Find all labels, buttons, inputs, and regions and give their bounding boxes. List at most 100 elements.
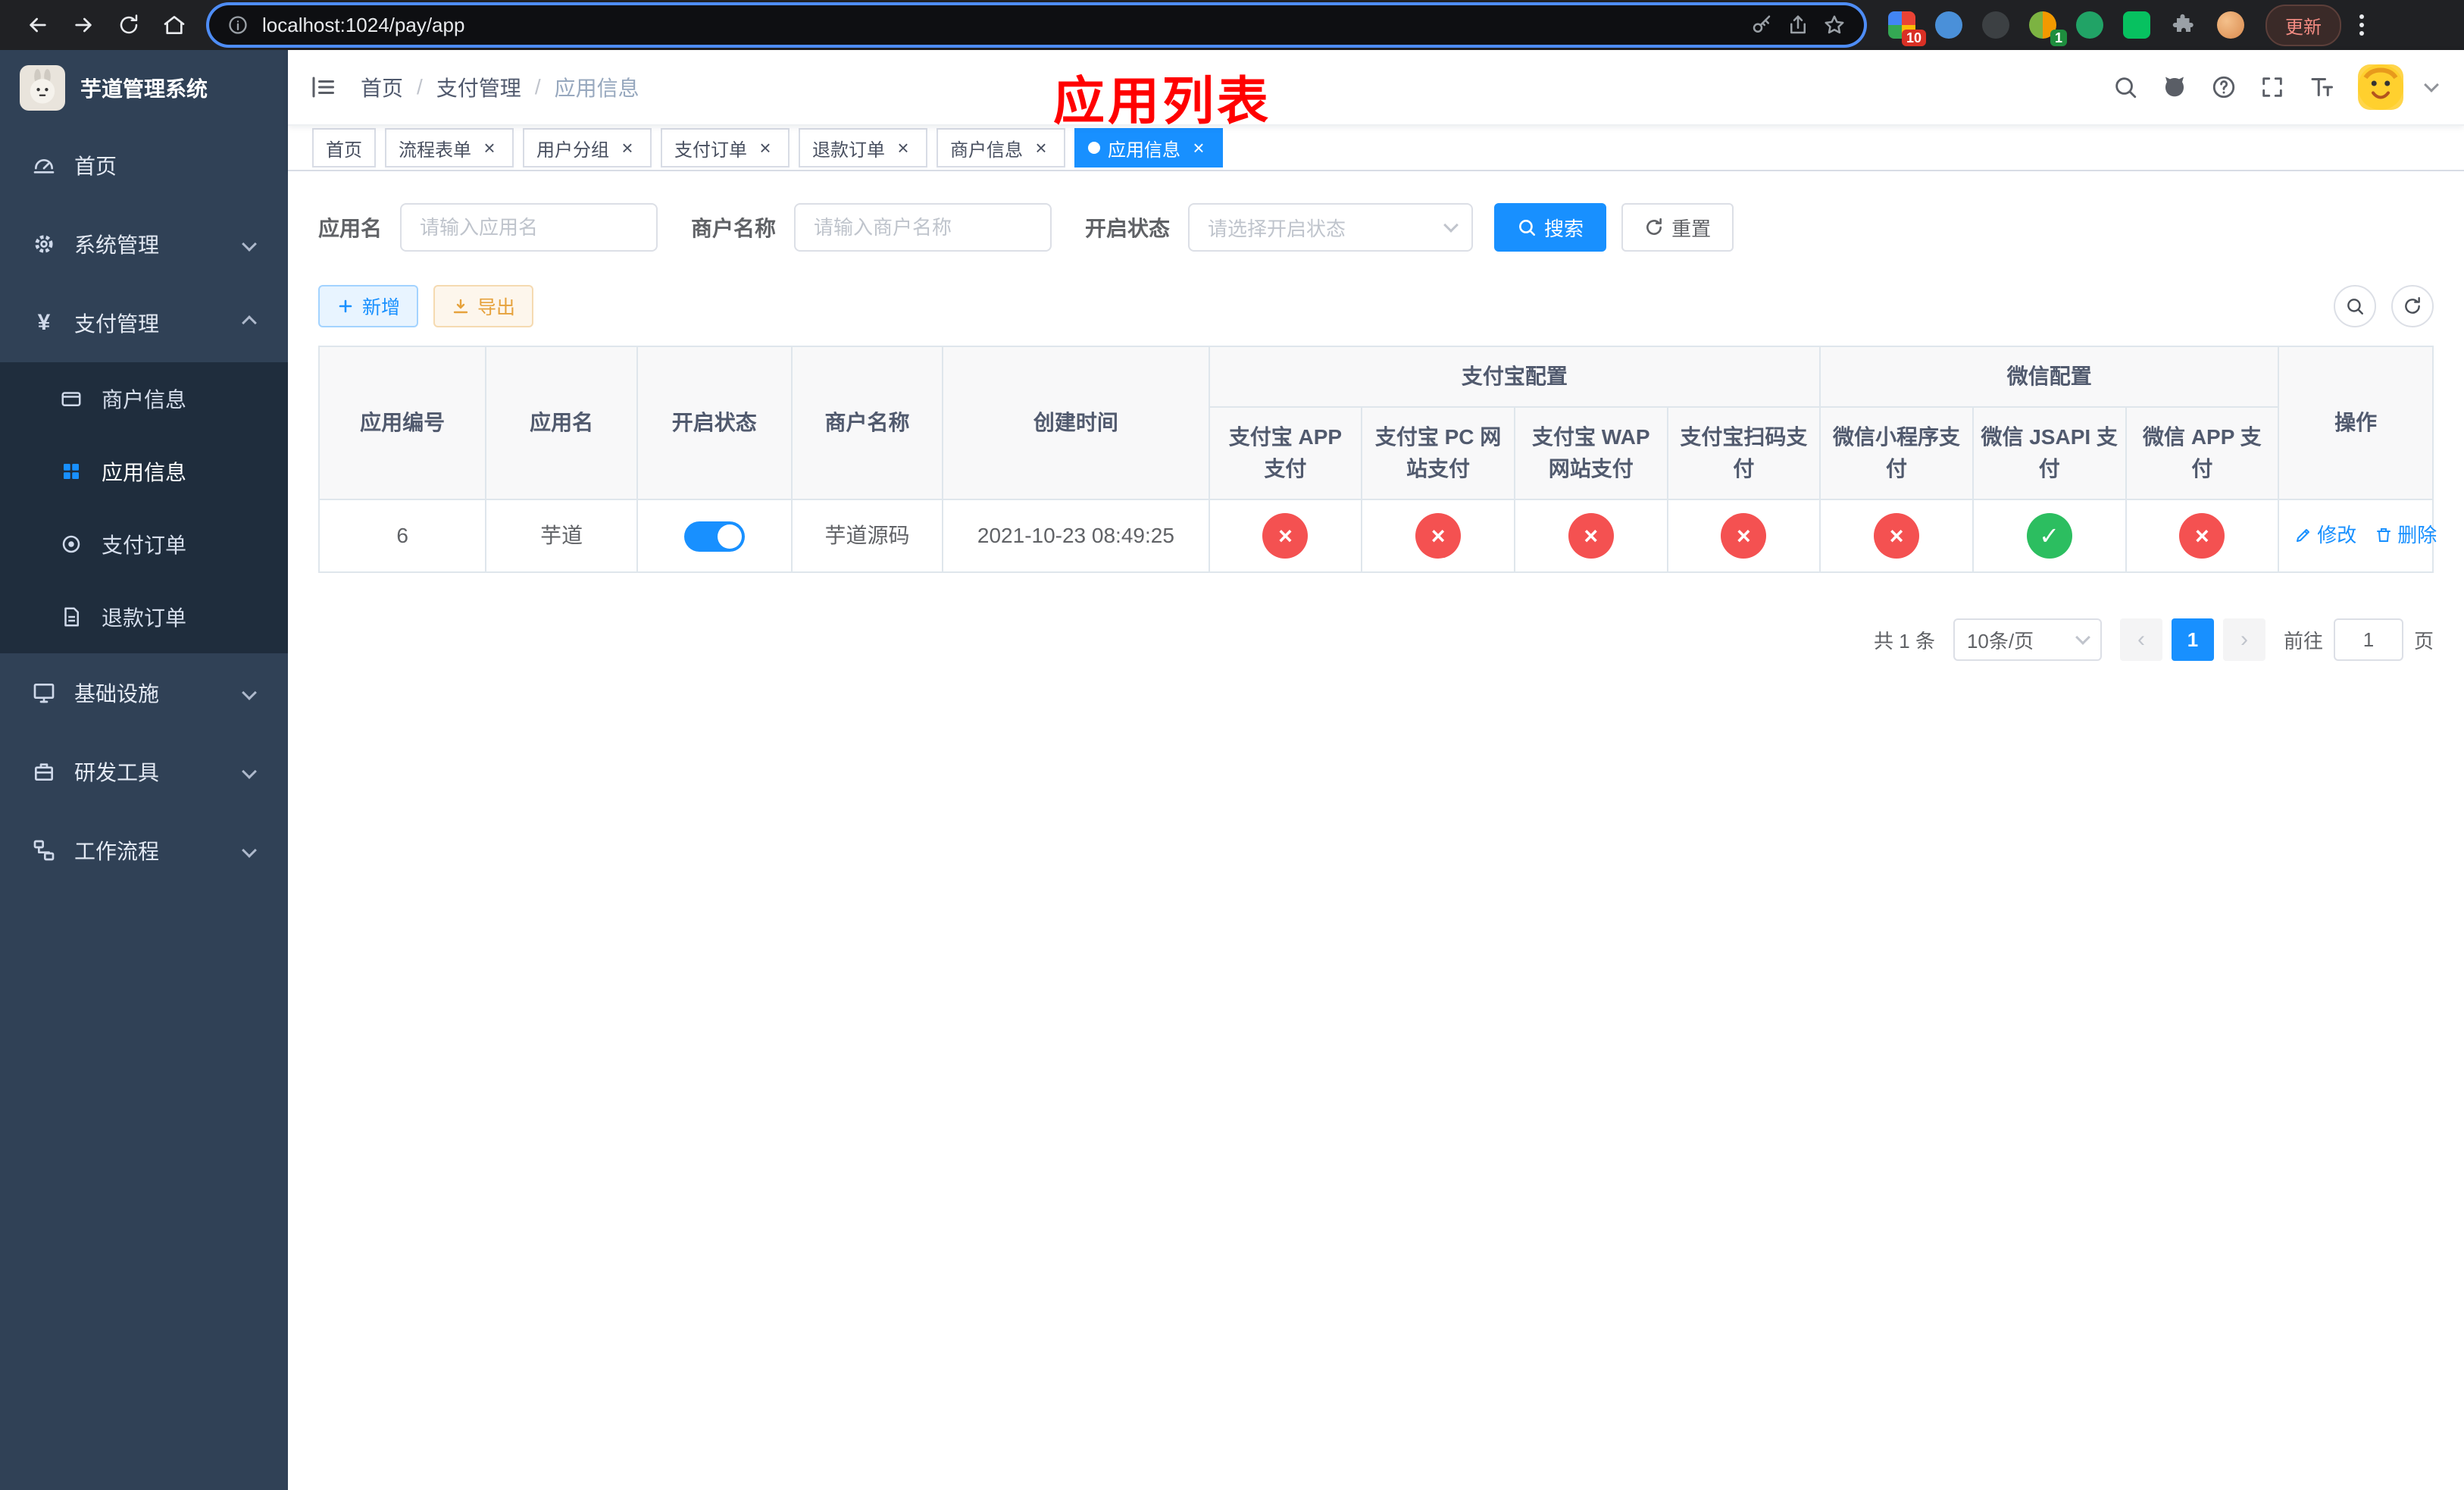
close-icon[interactable]: ×: [479, 137, 500, 158]
sidebar-subitem-refund-order[interactable]: 退款订单: [0, 581, 288, 653]
navbar: 首页 / 支付管理 / 应用信息 应用列表: [288, 50, 2464, 130]
app-table: 应用编号 应用名 开启状态 商户名称 创建时间 支付宝配置 微信配置 操作 支付…: [317, 346, 2437, 573]
sidebar-item-payment[interactable]: ¥ 支付管理: [0, 283, 288, 362]
sidebar: 芋道管理系统 首页 系统管理 ¥ 支付管理 商户信息 应用信息 支付订单 退款订…: [0, 50, 288, 1490]
share-icon[interactable]: [1787, 14, 1809, 36]
active-tab-dot: [1088, 142, 1100, 154]
search-button[interactable]: 搜索: [1494, 203, 1607, 252]
col-wx-jsapi: 微信 JSAPI 支付: [1972, 406, 2127, 500]
extensions-puzzle-icon[interactable]: [2170, 11, 2197, 39]
sidebar-item-workflow[interactable]: 工作流程: [0, 811, 288, 890]
reload-button[interactable]: [106, 5, 152, 45]
extension-chat-icon[interactable]: [2123, 11, 2150, 39]
close-icon[interactable]: ×: [755, 137, 776, 158]
edit-button[interactable]: 修改: [2294, 519, 2356, 551]
refresh-icon: [2405, 296, 2420, 314]
page-number-button[interactable]: 1: [2171, 618, 2214, 661]
extension-blue-icon[interactable]: [1935, 11, 1962, 39]
credit-card-icon: [55, 387, 88, 410]
breadcrumb-home[interactable]: 首页: [361, 72, 403, 102]
delete-button[interactable]: 删除: [2375, 519, 2437, 551]
status-toggle[interactable]: [683, 521, 745, 552]
sidebar-subitem-app-info[interactable]: 应用信息: [0, 435, 288, 508]
font-size-icon[interactable]: [2308, 74, 2335, 101]
merchant-name-label: 商户名称: [691, 217, 777, 240]
chevron-down-icon: [1443, 218, 1459, 233]
sidebar-item-home[interactable]: 首页: [0, 126, 288, 205]
yen-icon: ¥: [37, 310, 51, 335]
tab-process-form[interactable]: 流程表单 ×: [385, 128, 514, 167]
toggle-search-button[interactable]: [2334, 285, 2376, 327]
close-icon[interactable]: ×: [617, 137, 638, 158]
plus-icon: [339, 299, 352, 313]
monitor-icon: [27, 681, 61, 705]
sidebar-item-system[interactable]: 系统管理: [0, 205, 288, 283]
chrome-update-button[interactable]: 更新: [2265, 4, 2341, 46]
extension-grid-icon[interactable]: 10: [1888, 11, 1926, 46]
chevron-down-icon: [242, 236, 257, 252]
forward-button[interactable]: [61, 5, 106, 45]
status-label: 开启状态: [1085, 217, 1171, 240]
channel-status-icon: ×: [1568, 513, 1614, 559]
app-name-label: 应用名: [318, 217, 383, 240]
navbar-actions: [2112, 64, 2439, 110]
breadcrumb-payment[interactable]: 支付管理: [436, 72, 521, 102]
status-select-placeholder: 请选择开启状态: [1208, 217, 1346, 240]
app-name-input[interactable]: [400, 203, 658, 252]
home-button[interactable]: [152, 5, 197, 45]
merchant-name-input[interactable]: [794, 203, 1052, 252]
page-info-icon[interactable]: [227, 14, 249, 36]
breadcrumb: 首页 / 支付管理 / 应用信息: [361, 72, 639, 102]
extension-icons: 10 1: [1888, 11, 2244, 46]
user-avatar[interactable]: [2358, 64, 2403, 110]
add-button[interactable]: 新增: [318, 285, 419, 327]
extension-dark-icon[interactable]: [1982, 11, 2009, 39]
export-button[interactable]: 导出: [433, 285, 534, 327]
sidebar-subitem-merchant-info[interactable]: 商户信息: [0, 362, 288, 435]
bookmark-star-icon[interactable]: [1823, 14, 1846, 36]
channel-status-icon: ×: [1415, 513, 1462, 559]
page-size-select[interactable]: 10条/页: [1953, 618, 2102, 661]
back-button[interactable]: [15, 5, 61, 45]
sidebar-item-infrastructure[interactable]: 基础设施: [0, 653, 288, 732]
extension-green-icon[interactable]: [2076, 11, 2103, 39]
url-text[interactable]: localhost:1024/pay/app: [262, 14, 1737, 37]
password-key-icon[interactable]: [1750, 14, 1773, 36]
tab-refund-order[interactable]: 退款订单 ×: [799, 128, 927, 167]
trash-icon: [2377, 527, 2391, 542]
cell-app-id: 6: [317, 499, 487, 573]
app-grid-icon: [55, 460, 88, 483]
col-created: 创建时间: [942, 346, 1210, 500]
refresh-table-button[interactable]: [2391, 285, 2434, 327]
help-question-icon[interactable]: [2211, 74, 2237, 100]
fullscreen-icon[interactable]: [2259, 74, 2285, 100]
search-icon[interactable]: [2112, 74, 2138, 100]
refresh-icon: [1646, 218, 1662, 235]
close-icon[interactable]: ×: [1188, 137, 1209, 158]
reset-button[interactable]: 重置: [1621, 203, 1734, 252]
pencil-icon: [2297, 528, 2310, 542]
next-page-button[interactable]: ›: [2222, 618, 2265, 661]
github-icon[interactable]: [2161, 74, 2188, 101]
download-icon: [453, 299, 468, 314]
profile-avatar-icon[interactable]: [2217, 11, 2244, 39]
close-icon[interactable]: ×: [893, 137, 914, 158]
address-bar[interactable]: localhost:1024/pay/app: [209, 5, 1864, 45]
col-alipay-qr: 支付宝扫码支付: [1666, 406, 1821, 500]
browser-toolbar: localhost:1024/pay/app 10 1 更新: [0, 0, 2464, 50]
close-icon[interactable]: ×: [1030, 137, 1052, 158]
sidebar-subitem-payment-order[interactable]: 支付订单: [0, 508, 288, 581]
goto-page-input[interactable]: [2333, 618, 2403, 661]
sidebar-collapse-icon[interactable]: [309, 74, 336, 101]
status-select[interactable]: 请选择开启状态: [1188, 203, 1474, 252]
tab-payment-order[interactable]: 支付订单 ×: [661, 128, 790, 167]
extension-avatar-icon[interactable]: 1: [2029, 11, 2067, 46]
tab-home[interactable]: 首页: [312, 128, 376, 167]
sidebar-item-devtools[interactable]: 研发工具: [0, 732, 288, 811]
tab-user-group[interactable]: 用户分组 ×: [523, 128, 652, 167]
browser-menu-icon[interactable]: [2359, 14, 2364, 36]
tab-merchant-info[interactable]: 商户信息 ×: [937, 128, 1065, 167]
prev-page-button[interactable]: ‹: [2119, 618, 2162, 661]
chevron-down-icon[interactable]: [2424, 77, 2439, 92]
sidebar-logo[interactable]: 芋道管理系统: [0, 50, 288, 126]
